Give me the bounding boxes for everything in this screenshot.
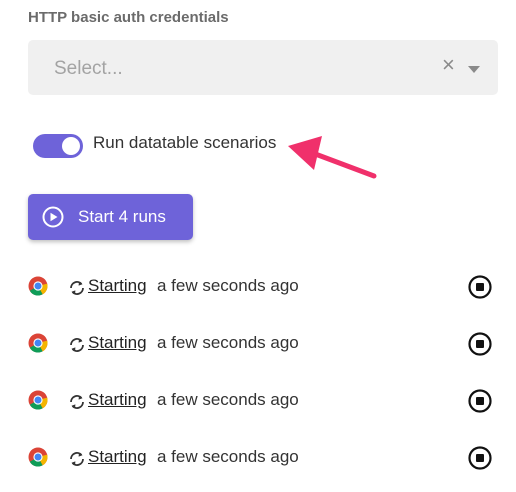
sync-icon	[70, 452, 84, 466]
stop-icon[interactable]	[468, 389, 492, 413]
run-time: a few seconds ago	[157, 333, 299, 352]
run-row: Starting a few seconds ago	[0, 275, 516, 305]
run-status-link[interactable]: Starting	[88, 390, 147, 410]
stop-icon[interactable]	[468, 332, 492, 356]
chrome-icon	[28, 447, 48, 467]
auth-credentials-select[interactable]: Select... ×	[28, 40, 498, 95]
run-status-link[interactable]: Starting	[88, 333, 147, 353]
run-time: a few seconds ago	[157, 447, 299, 466]
toggle-label: Run datatable scenarios	[93, 133, 277, 152]
sync-icon	[70, 395, 84, 409]
clear-icon[interactable]: ×	[442, 54, 455, 76]
stop-icon[interactable]	[468, 275, 492, 299]
run-time: a few seconds ago	[157, 276, 299, 295]
run-status-link[interactable]: Starting	[88, 447, 147, 467]
run-status-link[interactable]: Starting	[88, 276, 147, 296]
run-row: Starting a few seconds ago	[0, 332, 516, 362]
sync-icon	[70, 281, 84, 295]
run-row: Starting a few seconds ago	[0, 389, 516, 419]
chrome-icon	[28, 390, 48, 410]
play-circle-icon	[42, 206, 64, 228]
stop-icon[interactable]	[468, 446, 492, 470]
toggle-knob	[62, 137, 80, 155]
select-placeholder: Select...	[54, 58, 123, 79]
chevron-down-icon[interactable]	[468, 66, 480, 73]
run-time: a few seconds ago	[157, 390, 299, 409]
sync-icon	[70, 338, 84, 352]
start-runs-button[interactable]: Start 4 runs	[28, 194, 193, 240]
datatable-scenarios-toggle[interactable]	[33, 134, 83, 158]
annotation-arrow	[288, 136, 377, 179]
auth-heading: HTTP basic auth credentials	[28, 9, 229, 26]
chrome-icon	[28, 333, 48, 353]
chrome-icon	[28, 276, 48, 296]
start-runs-label: Start 4 runs	[78, 207, 166, 226]
run-row: Starting a few seconds ago	[0, 446, 516, 476]
